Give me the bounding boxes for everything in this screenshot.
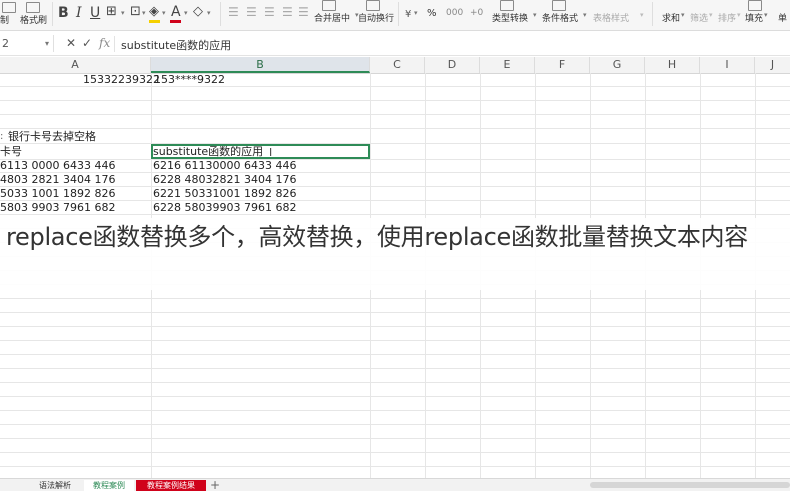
increase-decimal-icon[interactable]: +0: [470, 8, 483, 18]
sheet-tab-tutorial[interactable]: 教程案例: [84, 480, 134, 491]
cond-format-button[interactable]: 条件格式: [542, 11, 578, 24]
sort-button[interactable]: 排序: [718, 11, 736, 24]
eraser-icon[interactable]: ◇: [193, 5, 203, 19]
sheet-tab-result[interactable]: 教程案例结果: [136, 480, 206, 491]
name-box[interactable]: 2 ▾: [0, 35, 54, 52]
column-header-b[interactable]: B: [151, 57, 370, 73]
merge-center-button[interactable]: 合并居中: [314, 11, 350, 24]
cell-a9[interactable]: 5033 1001 1892 826: [0, 187, 115, 201]
column-header-i[interactable]: I: [700, 57, 755, 73]
column-headers: A B C D E F G H I J: [0, 57, 790, 74]
chevron-down-icon[interactable]: ▾: [162, 9, 166, 17]
cell-a7[interactable]: 6113 0000 6433 446: [0, 159, 115, 173]
align-right-icon[interactable]: ☰: [264, 5, 275, 19]
chevron-down-icon[interactable]: ▾: [207, 9, 211, 17]
active-cell-selection[interactable]: [151, 144, 370, 159]
table-style-button[interactable]: 表格样式: [593, 11, 629, 24]
font-color-button[interactable]: A: [171, 5, 181, 19]
ribbon-toolbar: 制 格式刷 B I U ⊞ ▾ ⊡ ▾ ◈ ▾ A ▾ ◇ ▾ ☰ ☰ ☰ ☰ …: [0, 0, 790, 31]
type-convert-icon[interactable]: [500, 0, 514, 11]
cell-b1[interactable]: 153****9322: [154, 73, 225, 87]
column-header-j[interactable]: J: [755, 57, 790, 73]
wrap-icon[interactable]: [366, 0, 380, 11]
chevron-down-icon[interactable]: ▾: [414, 9, 418, 17]
cell-a1[interactable]: 15332239322: [83, 73, 160, 87]
name-box-value: 2: [2, 37, 9, 50]
cell-a6[interactable]: 卡号: [0, 145, 22, 159]
cell-b7[interactable]: 6216 61130000 6433 446: [153, 159, 296, 173]
confirm-icon[interactable]: ✓: [82, 36, 92, 50]
chevron-down-icon[interactable]: ▾: [709, 11, 713, 19]
formula-bar: 2 ▾ ✕ ✓ fx substitute函数的应用: [0, 33, 790, 56]
cell-a10[interactable]: 5803 9903 7961 682: [0, 201, 115, 215]
fill-color-bar: [149, 20, 160, 23]
chevron-down-icon[interactable]: ▾: [737, 11, 741, 19]
chevron-down-icon[interactable]: ▾: [640, 11, 644, 19]
formula-input[interactable]: substitute函数的应用: [121, 37, 231, 53]
cancel-icon[interactable]: ✕: [66, 36, 76, 50]
fill-color-icon[interactable]: ◈: [149, 5, 159, 19]
column-header-c[interactable]: C: [370, 57, 425, 73]
horizontal-scrollbar[interactable]: [590, 482, 790, 488]
fill-down-icon[interactable]: [748, 0, 762, 11]
chevron-down-icon[interactable]: ▾: [764, 11, 768, 19]
chevron-down-icon[interactable]: ▾: [121, 9, 125, 17]
underline-button[interactable]: U: [90, 6, 100, 20]
currency-icon[interactable]: ¥: [405, 9, 411, 20]
bold-button[interactable]: B: [58, 6, 69, 20]
align-center-icon[interactable]: ☰: [246, 5, 257, 19]
distribute-icon[interactable]: ☰: [298, 5, 309, 19]
text-cursor-icon: I: [269, 146, 273, 159]
align-left-icon[interactable]: ☰: [228, 5, 239, 19]
italic-button[interactable]: I: [76, 6, 82, 20]
sheet-tab-bar: 语法解析 教程案例 教程案例结果 +: [0, 478, 790, 491]
cond-format-icon[interactable]: [552, 0, 566, 11]
column-header-a[interactable]: A: [0, 57, 151, 73]
row-marker: :: [0, 131, 4, 142]
percent-button[interactable]: %: [427, 8, 437, 19]
chevron-down-icon[interactable]: ▾: [142, 9, 146, 17]
chevron-down-icon[interactable]: ▾: [533, 11, 537, 19]
cell-b10[interactable]: 6228 58039903 7961 682: [153, 201, 296, 215]
cell-b9[interactable]: 6221 50331001 1892 826: [153, 187, 296, 201]
sheet-icon[interactable]: ⊡: [130, 5, 141, 19]
column-header-d[interactable]: D: [425, 57, 480, 73]
fill-button[interactable]: 填充: [745, 11, 763, 24]
border-icon[interactable]: ⊞: [106, 5, 117, 19]
chevron-down-icon[interactable]: ▾: [583, 11, 587, 19]
thousands-icon[interactable]: 000: [446, 8, 463, 18]
paste-icon[interactable]: [2, 2, 16, 13]
cell-button[interactable]: 单: [778, 11, 787, 24]
format-painter-icon[interactable]: [26, 2, 40, 13]
chevron-down-icon[interactable]: ▾: [681, 11, 685, 19]
chevron-down-icon[interactable]: ▾: [184, 9, 188, 17]
chevron-down-icon[interactable]: ▾: [45, 35, 49, 52]
justify-icon[interactable]: ☰: [282, 5, 293, 19]
format-painter-button[interactable]: 格式刷: [20, 13, 47, 26]
filter-button[interactable]: 筛选: [690, 11, 708, 24]
type-convert-button[interactable]: 类型转换: [492, 11, 528, 24]
paste-button[interactable]: 制: [0, 13, 9, 26]
cell-b8[interactable]: 6228 48032821 3404 176: [153, 173, 296, 187]
caption-text: replace函数替换多个，高效替换，使用replace函数批量替换文本内容: [6, 223, 748, 251]
font-color-bar: [170, 20, 181, 23]
add-sheet-button[interactable]: +: [210, 479, 220, 491]
column-header-g[interactable]: G: [590, 57, 645, 73]
column-header-h[interactable]: H: [645, 57, 700, 73]
sum-button[interactable]: 求和: [662, 11, 680, 24]
cell-a8[interactable]: 4803 2821 3404 176: [0, 173, 115, 187]
wrap-text-button[interactable]: 自动换行: [358, 11, 394, 24]
cell-a5[interactable]: 银行卡号去掉空格: [8, 130, 96, 144]
column-header-e[interactable]: E: [480, 57, 535, 73]
function-icon[interactable]: fx: [99, 36, 110, 50]
merge-icon[interactable]: [322, 0, 336, 11]
sheet-tab-syntax[interactable]: 语法解析: [26, 480, 84, 491]
column-header-f[interactable]: F: [535, 57, 590, 73]
